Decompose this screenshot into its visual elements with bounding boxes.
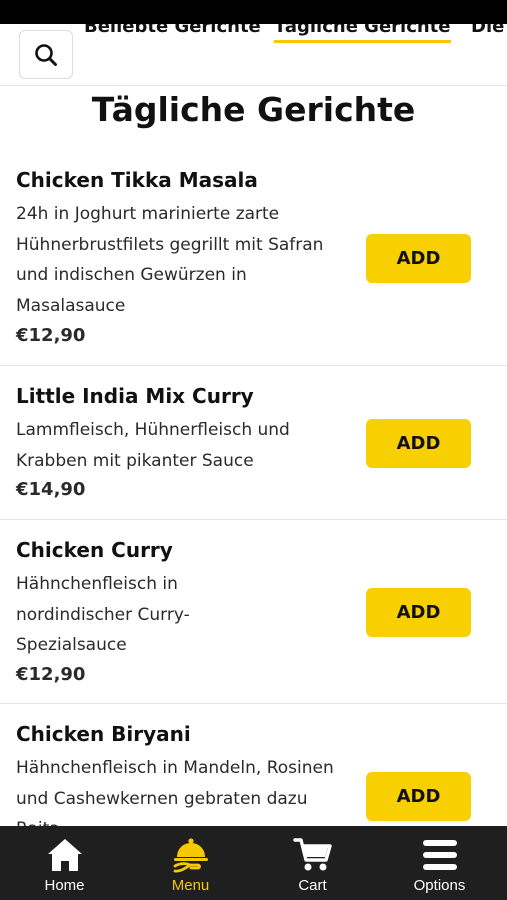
menu-item: Little India Mix Curry Lammfleisch, Hühn…: [0, 366, 507, 520]
section-title: Tägliche Gerichte: [91, 90, 416, 129]
item-description: Hähnchenfleisch in nordindischer Curry-S…: [16, 574, 190, 655]
item-description: Lammfleisch, Hühnerfleisch und Krabben m…: [16, 420, 290, 471]
add-button[interactable]: ADD: [366, 419, 471, 468]
nav-cart[interactable]: Cart: [249, 826, 376, 900]
menu-item: Chicken Tikka Masala 24h in Joghurt mari…: [0, 150, 507, 366]
search-icon: [35, 43, 57, 66]
search-button[interactable]: [19, 30, 73, 79]
nav-label: Home: [44, 877, 85, 894]
category-header: Beliebte Gerichte Tägliche Gerichte Die: [0, 24, 507, 86]
item-price: €12,90: [16, 325, 86, 346]
tab-beliebte-gerichte[interactable]: Beliebte Gerichte: [84, 24, 261, 37]
nav-home[interactable]: Home: [1, 826, 128, 900]
cart-icon: [291, 836, 335, 874]
item-description: 24h in Joghurt marinierte zarte Hühnerbr…: [16, 204, 324, 316]
nav-label: Cart: [298, 877, 327, 894]
menu-item: Chicken Biryani Hähnchenfleisch in Mande…: [0, 704, 507, 826]
bottom-navigation: Home Menu Cart Options: [0, 826, 507, 900]
item-name: Chicken Biryani: [16, 722, 191, 746]
nav-menu[interactable]: Menu: [127, 826, 254, 900]
nav-label: Menu: [171, 877, 210, 894]
menu-list: Chicken Tikka Masala 24h in Joghurt mari…: [0, 150, 507, 826]
add-button[interactable]: ADD: [366, 772, 471, 821]
item-name: Chicken Tikka Masala: [16, 168, 258, 192]
menu-icon: [418, 836, 462, 874]
home-icon: [43, 836, 87, 874]
item-name: Little India Mix Curry: [16, 384, 254, 408]
cloche-icon: [169, 836, 213, 874]
nav-options[interactable]: Options: [376, 826, 503, 900]
item-price: €14,90: [16, 479, 86, 500]
item-description: Hähnchenfleisch in Mandeln, Rosinen und …: [16, 758, 334, 826]
nav-label: Options: [413, 877, 466, 894]
menu-item: Chicken Curry Hähnchenfleisch in nordind…: [0, 520, 507, 704]
item-price: €12,90: [16, 664, 86, 685]
status-bar: [0, 0, 507, 24]
tab-die[interactable]: Die: [471, 24, 504, 37]
item-name: Chicken Curry: [16, 538, 173, 562]
add-button[interactable]: ADD: [366, 588, 471, 637]
add-button[interactable]: ADD: [366, 234, 471, 283]
tab-taegliche-gerichte[interactable]: Tägliche Gerichte: [274, 24, 451, 43]
